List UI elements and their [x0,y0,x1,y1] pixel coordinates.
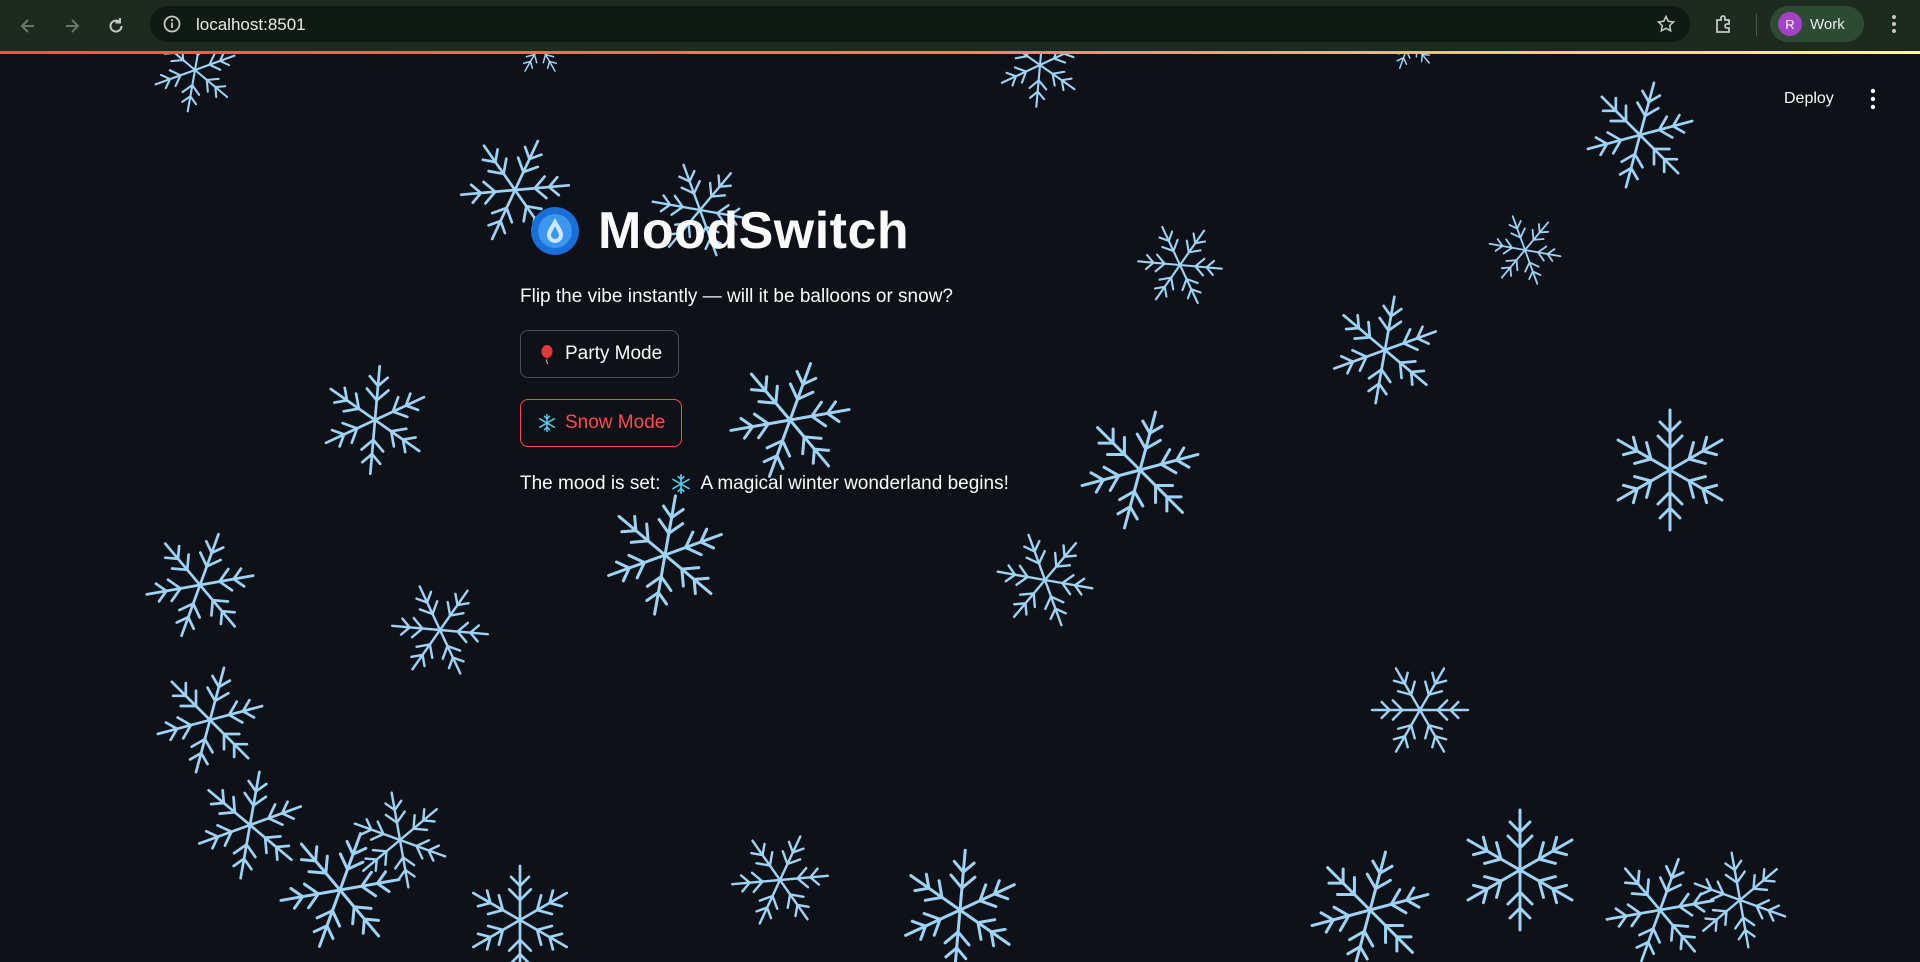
snowflake-particle [1480,204,1570,295]
app-header-accent-bar [0,51,1920,54]
title-row: MoodSwitch [520,196,1420,266]
snow-mode-button[interactable]: Snow Mode [520,399,683,447]
snowflake-particle [1576,69,1705,200]
back-arrow-icon[interactable] [14,12,42,40]
snowflake-particle [468,866,572,962]
forward-arrow-icon[interactable] [58,12,86,40]
snowflake-particle [1686,845,1794,956]
snowflake-particle [996,54,1084,110]
url-text[interactable]: localhost:8501 [196,15,306,35]
balloon-icon [541,345,553,364]
subtitle: Flip the vibe instantly — will it be bal… [520,286,953,307]
snowflake-particle [1593,841,1728,962]
snowflake-particle [598,486,733,624]
snowflake-particle [318,362,431,479]
snowflake-particle [1373,54,1448,78]
snowflake-particle [985,519,1105,641]
snowflake-particle [1298,837,1441,962]
snowflake-particle [189,763,310,887]
snowflake-particle [1356,645,1484,775]
main-content: MoodSwitch Flip the vibe instantly — wil… [520,196,1420,495]
snowflake-icon [539,413,555,433]
snowflake-particle [146,654,275,785]
app-menu-icon[interactable] [1862,86,1884,112]
snowfall-animation [0,54,1920,962]
snowflake-particle [1462,810,1578,930]
profile-name: Work [1810,15,1845,33]
page-title: MoodSwitch [598,202,910,260]
snowflake-particle [346,785,454,896]
avatar: R [1778,12,1802,36]
snowflake-icon [672,474,691,494]
snowflake-particle [148,54,242,118]
snowflake-particle [1612,410,1728,530]
snowflake-particle [265,814,415,962]
profile-button[interactable]: R Work [1770,6,1864,42]
snowflake-particle [500,54,580,85]
snowflake-particle [374,564,505,696]
address-bar[interactable]: localhost:8501 [150,6,1690,42]
site-info-icon[interactable] [162,14,182,34]
browser-menu-icon[interactable] [1882,12,1906,36]
extensions-puzzle-icon[interactable] [1712,12,1736,36]
snowflake-particle [897,845,1023,962]
snowflake-particle [718,817,843,943]
toolbar-divider [1756,14,1757,36]
swirl-drop-icon [531,207,579,255]
party-mode-label: Party Mode [565,343,663,364]
snow-mode-label: Snow Mode [565,412,666,433]
bookmark-star-icon[interactable] [1656,14,1676,34]
browser-toolbar: localhost:8501 R Work [0,0,1920,54]
party-mode-button[interactable]: Party Mode [520,330,680,378]
reload-icon[interactable] [102,12,130,40]
deploy-button[interactable]: Deploy [1776,86,1842,112]
status-text: A magical winter wonderland begins! [700,473,1009,494]
snowflake-particle [133,516,268,653]
status-prefix: The mood is set: [520,473,661,494]
status-message: The mood is set: A magical winter wonder… [520,473,1420,495]
